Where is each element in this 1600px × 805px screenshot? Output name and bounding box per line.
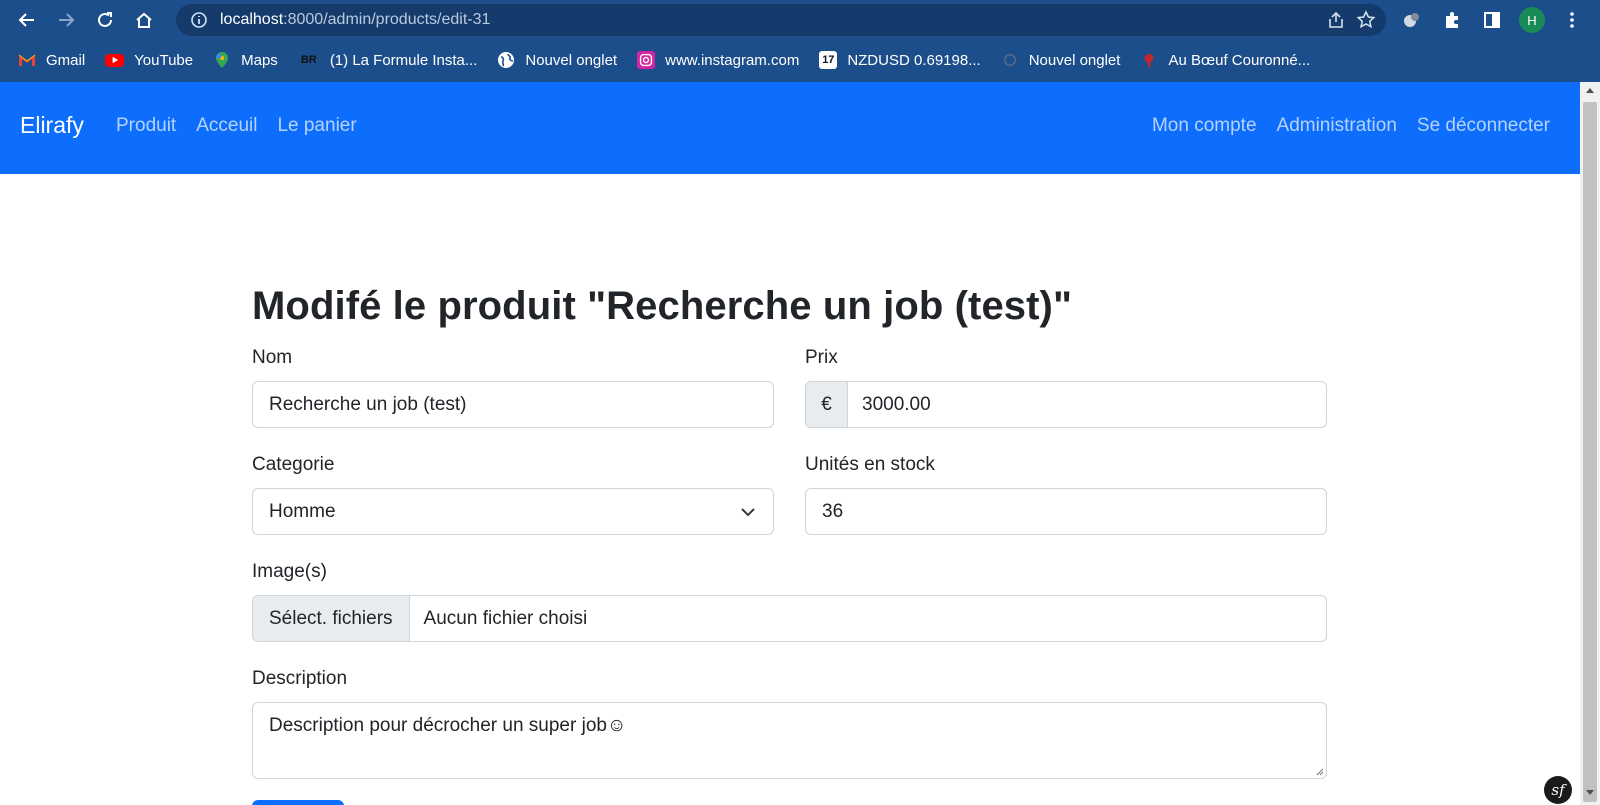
url-host: localhost: [220, 11, 284, 28]
menu-button[interactable]: [1558, 6, 1586, 34]
instagram-icon: [637, 51, 656, 69]
name-input[interactable]: Recherche un job (test): [252, 381, 774, 428]
bookmark-label: Au Bœuf Couronné...: [1168, 51, 1311, 69]
reload-button[interactable]: [91, 6, 119, 34]
currency-addon: €: [806, 382, 848, 427]
nav-link-produit[interactable]: Produit: [116, 115, 176, 137]
stock-label: Unités en stock: [805, 454, 935, 475]
stock-input[interactable]: 36: [805, 488, 1327, 535]
description-label: Description: [252, 668, 348, 689]
puzzle-icon: [1446, 12, 1458, 28]
images-label: Image(s): [252, 561, 327, 582]
bookmarks-bar: Gmail YouTube Maps BR (1) La Formule Ins…: [0, 44, 1600, 76]
choose-files-button[interactable]: Sélect. fichiers: [253, 596, 410, 641]
chevron-down-icon: [741, 508, 755, 517]
page-title: Modifé le produit "Recherche un job (tes…: [252, 284, 1073, 328]
address-bar[interactable]: localhost:8000/admin/products/edit-31: [176, 4, 1386, 36]
scroll-up-arrow-icon[interactable]: [1586, 88, 1594, 93]
brand-logo[interactable]: Elirafy: [20, 112, 84, 139]
site-navbar: Elirafy Produit Acceuil Le panier Mon co…: [0, 82, 1580, 174]
reload-icon: [98, 12, 112, 27]
arrow-left-icon: [18, 13, 34, 27]
nav-link-panier[interactable]: Le panier: [277, 115, 356, 137]
back-button[interactable]: [13, 6, 41, 34]
bookmark-la-formule[interactable]: BR (1) La Formule Insta...: [298, 46, 488, 74]
tab-icon: [1001, 51, 1019, 69]
browser-chrome: localhost:8000/admin/products/edit-31 H: [0, 0, 1600, 82]
price-input[interactable]: 3000.00: [848, 382, 1326, 427]
nav-link-acceuil[interactable]: Acceuil: [196, 115, 257, 137]
url-path: :8000/admin/products/edit-31: [283, 11, 491, 28]
page-scrollbar[interactable]: [1580, 82, 1600, 805]
description-textarea[interactable]: Description pour décrocher un super job☺: [252, 702, 1327, 779]
extension-button[interactable]: [1398, 6, 1426, 34]
category-selected-value: Homme: [269, 500, 336, 522]
home-icon: [136, 12, 152, 28]
bookmark-label: Nouvel onglet: [1028, 51, 1121, 69]
tradingview-icon: 17: [819, 51, 838, 69]
side-panel-button[interactable]: [1478, 6, 1506, 34]
bookmark-nzdusd[interactable]: 17 NZDUSD 0.69198...: [819, 46, 990, 74]
price-input-group: € 3000.00: [805, 381, 1327, 428]
star-icon[interactable]: [1356, 10, 1376, 30]
symfony-toolbar-icon[interactable]: sf: [1544, 776, 1572, 804]
nav-link-mon-compte[interactable]: Mon compte: [1152, 115, 1257, 137]
bookmark-youtube[interactable]: YouTube: [105, 46, 203, 74]
bookmark-au-boeuf[interactable]: Au Bœuf Couronné...: [1140, 46, 1320, 74]
extension-orb-icon: [1404, 13, 1419, 27]
globe-icon: [497, 51, 515, 69]
bookmark-label: YouTube: [134, 51, 194, 69]
address-bar-actions: [1326, 10, 1376, 30]
nav-link-deconnecter[interactable]: Se déconnecter: [1417, 115, 1550, 137]
nav-left: Produit Acceuil Le panier: [116, 115, 357, 137]
arrow-right-icon: [59, 13, 75, 27]
category-label: Categorie: [252, 454, 335, 475]
br-icon: BR: [300, 54, 317, 66]
address-url[interactable]: localhost:8000/admin/products/edit-31: [220, 11, 490, 29]
bookmark-label: Nouvel onglet: [525, 51, 618, 69]
bookmark-label: NZDUSD 0.69198...: [847, 51, 981, 69]
scroll-thumb[interactable]: [1583, 102, 1597, 802]
kebab-menu-icon: [1570, 12, 1574, 28]
price-label: Prix: [805, 347, 838, 368]
bookmark-gmail[interactable]: Gmail: [18, 46, 95, 74]
youtube-icon: [105, 53, 125, 67]
bookmark-label: Gmail: [46, 51, 86, 69]
bookmark-label: (1) La Formule Insta...: [329, 51, 478, 69]
forward-button[interactable]: [52, 6, 80, 34]
description-text: Description pour décrocher un super job☺: [269, 715, 627, 736]
maps-icon: [213, 51, 231, 69]
bookmark-instagram[interactable]: www.instagram.com: [637, 46, 809, 74]
avatar: H: [1519, 7, 1545, 33]
profile-button[interactable]: H: [1518, 6, 1546, 34]
share-icon[interactable]: [1326, 10, 1346, 30]
info-icon[interactable]: [190, 11, 208, 29]
bookmark-label: Maps: [241, 51, 278, 69]
nav-link-administration[interactable]: Administration: [1277, 115, 1397, 137]
bookmark-nouvel-onglet-1[interactable]: Nouvel onglet: [497, 46, 627, 74]
home-button[interactable]: [130, 6, 158, 34]
side-panel-icon: [1484, 12, 1500, 28]
resize-grip-icon[interactable]: [1314, 766, 1324, 776]
file-status[interactable]: Aucun fichier choisi: [410, 596, 1326, 641]
name-label: Nom: [252, 347, 293, 368]
restaurant-icon: [1140, 51, 1158, 69]
nav-right: Mon compte Administration Se déconnecter: [1152, 115, 1550, 137]
images-file-input: Sélect. fichiers Aucun fichier choisi: [252, 595, 1327, 642]
bookmark-nouvel-onglet-2[interactable]: Nouvel onglet: [1001, 46, 1131, 74]
scroll-down-arrow-icon[interactable]: [1586, 790, 1594, 795]
browser-toolbar: localhost:8000/admin/products/edit-31 H: [0, 0, 1600, 40]
gmail-icon: [18, 51, 36, 69]
extensions-button[interactable]: [1438, 6, 1466, 34]
category-select[interactable]: Homme: [252, 488, 774, 535]
bookmark-label: www.instagram.com: [665, 51, 800, 69]
submit-button[interactable]: [252, 800, 344, 805]
bookmark-maps[interactable]: Maps: [213, 46, 288, 74]
